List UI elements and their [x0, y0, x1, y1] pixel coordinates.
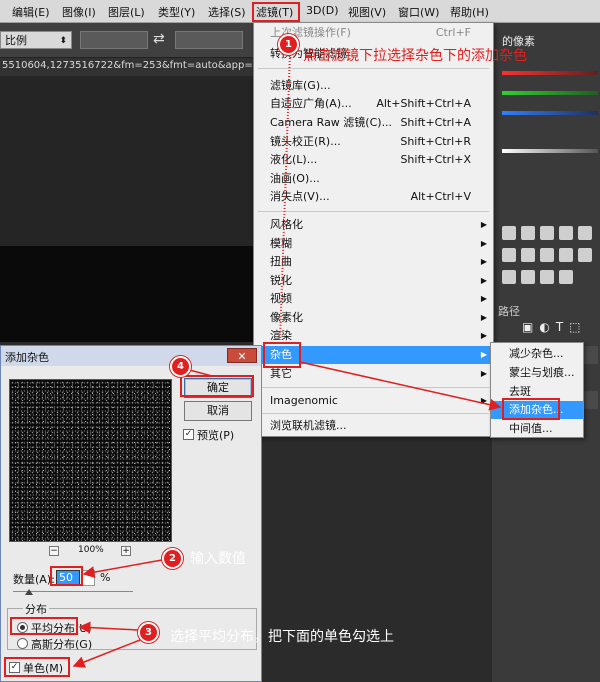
- arrow-noise-to-add: [299, 361, 502, 411]
- step-3-badge: 3: [138, 622, 159, 643]
- step-3-text: 选择平均分布，把下面的单色勾选上: [170, 629, 394, 645]
- annotation-arrows: [72, 51, 502, 668]
- arrow-step3-uniform: [78, 621, 139, 634]
- step-2-badge: 2: [162, 548, 183, 569]
- step-4-badge: 4: [170, 356, 191, 377]
- step-1-text: 点击滤镜下拉选择杂色下的添加杂色: [303, 48, 527, 64]
- step-1-badge: 1: [278, 34, 299, 55]
- step-2-text: 输入数值: [190, 551, 246, 567]
- arrow-step1-down: [279, 51, 291, 341]
- arrow-step3-mono: [72, 639, 141, 668]
- arrow-step2: [82, 559, 163, 579]
